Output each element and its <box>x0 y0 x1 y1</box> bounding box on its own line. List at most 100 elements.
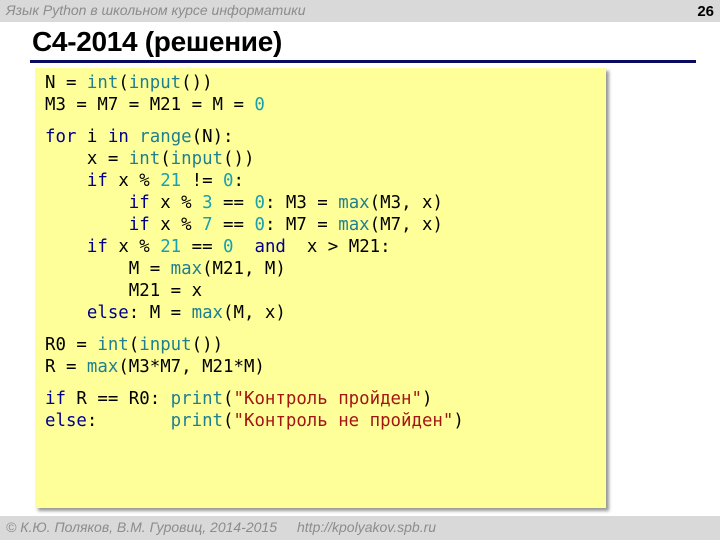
code-token: N = <box>45 73 87 93</box>
code-token-fn: input <box>139 335 192 355</box>
code-line: for i in range(N): <box>45 126 464 148</box>
code-token-num: 0 <box>254 95 265 115</box>
code-token-kw: if <box>128 193 150 213</box>
code-token-kw: and <box>254 237 286 257</box>
code-token-fn: max <box>338 215 370 235</box>
code-token-fn: print <box>170 389 224 409</box>
code-token: (M, x) <box>223 303 286 323</box>
code-token-num: 21 <box>160 237 182 257</box>
code-token-fn: print <box>170 411 224 431</box>
code-token: ( <box>160 149 171 169</box>
code-token: (N): <box>191 127 234 147</box>
code-line: R = max(M3*M7, M21*M) <box>45 356 464 378</box>
code-line: if x % 7 == 0: M7 = max(M7, x) <box>45 214 464 236</box>
code-token: : <box>233 171 245 191</box>
code-line: R0 = int(input()) <box>45 334 464 356</box>
code-token: != <box>181 171 224 191</box>
code-token: x > M21: <box>285 237 391 257</box>
code-token-kw: if <box>128 215 150 235</box>
code-line: if x % 21 != 0: <box>45 170 464 192</box>
code-block: N = int(input()) M3 = M7 = M21 = M = 0 for… <box>35 68 606 508</box>
code-token: ) <box>453 411 464 431</box>
code-token: == <box>212 215 255 235</box>
code-token: ) <box>421 389 433 409</box>
code-token: ()) <box>223 149 255 169</box>
code-token-fn: int <box>97 335 129 355</box>
code-blank-gap <box>45 378 464 388</box>
slide-title: C4-2014 (решение) <box>32 26 283 57</box>
code-line: M3 = M7 = M21 = M = 0 <box>45 94 464 116</box>
code-token-num: 0 <box>223 237 234 257</box>
code-token-fn: max <box>338 193 370 213</box>
code-token: x % <box>149 215 203 235</box>
website-link[interactable]: http://kpolyakov.spb.ru <box>297 519 436 535</box>
code-token-fn: range <box>139 127 192 147</box>
code-token: (M3*M7, M21*M) <box>118 357 265 377</box>
code-token-num: 7 <box>202 215 213 235</box>
code-token-fn: int <box>86 73 119 93</box>
code-token-kw: if <box>86 237 108 257</box>
title-underline <box>30 60 696 63</box>
code-token-str: "Контроль пройден" <box>233 389 422 409</box>
code-token: : M = <box>128 303 192 323</box>
code-line: else: print("Контроль не пройден") <box>45 410 464 432</box>
code-token-fn: int <box>128 149 161 169</box>
code-token: ( <box>118 73 129 93</box>
code-token-str: "Контроль не пройден" <box>233 411 454 431</box>
code-token: (M3, x) <box>369 193 443 213</box>
code-token-fn: max <box>191 303 224 323</box>
code-token-fn: max <box>170 259 203 279</box>
copyright-text: © К.Ю. Поляков, В.М. Гуровиц, 2014-2015 <box>6 519 277 535</box>
code-token-kw: for <box>45 127 77 147</box>
code-token: x % <box>107 237 161 257</box>
code-token-num: 0 <box>254 193 265 213</box>
code-token-num: 0 <box>254 215 265 235</box>
code-line: if R == R0: print("Контроль пройден") <box>45 388 464 410</box>
code-line: M = max(M21, M) <box>45 258 464 280</box>
code-token: ()) <box>191 335 224 355</box>
code-token: M3 = M7 = M21 = M = <box>45 95 255 115</box>
code-line: if x % 3 == 0: M3 = max(M3, x) <box>45 192 464 214</box>
code-token-kw: in <box>107 127 129 147</box>
course-title: Язык Python в школьном курсе информатики <box>6 2 306 18</box>
code-token: R == R0: <box>65 389 171 409</box>
code-blank-gap <box>45 116 464 126</box>
code-token: : <box>86 411 171 431</box>
code-token-kw: if <box>86 171 108 191</box>
code-line: M21 = x <box>45 280 464 302</box>
code-token-num: 3 <box>202 193 213 213</box>
code-token: == <box>212 193 255 213</box>
code-token: R0 = <box>45 335 98 355</box>
code-token: M = <box>45 259 171 279</box>
code-token: x % <box>149 193 203 213</box>
code-token: ( <box>128 335 140 355</box>
footer-bar: © К.Ю. Поляков, В.М. Гуровиц, 2014-2015 … <box>0 516 720 540</box>
code-line: x = int(input()) <box>45 148 464 170</box>
code-blank-gap <box>45 324 464 334</box>
code-token-fn: input <box>128 73 182 93</box>
code-token-fn: max <box>86 357 119 377</box>
code-token: : M3 = <box>264 193 339 213</box>
code-token-kw: if <box>45 389 66 409</box>
code-token: (M7, x) <box>369 215 443 235</box>
code-line: else: M = max(M, x) <box>45 302 464 324</box>
code-token: R = <box>45 357 87 377</box>
code-token: x % <box>107 171 161 191</box>
code-token: ( <box>223 389 234 409</box>
code-line: if x % 21 == 0 and x > M21: <box>45 236 464 258</box>
code-token-kw: else <box>45 411 87 431</box>
code-token: == <box>181 237 224 257</box>
header-bar: Язык Python в школьном курсе информатики… <box>0 0 720 22</box>
code-token: (M21, M) <box>202 259 286 279</box>
code-token: x = <box>45 149 129 169</box>
code-line: N = int(input()) <box>45 72 464 94</box>
code-token: ( <box>223 411 234 431</box>
code-token: : M7 = <box>264 215 339 235</box>
code-token-kw: else <box>86 303 129 323</box>
